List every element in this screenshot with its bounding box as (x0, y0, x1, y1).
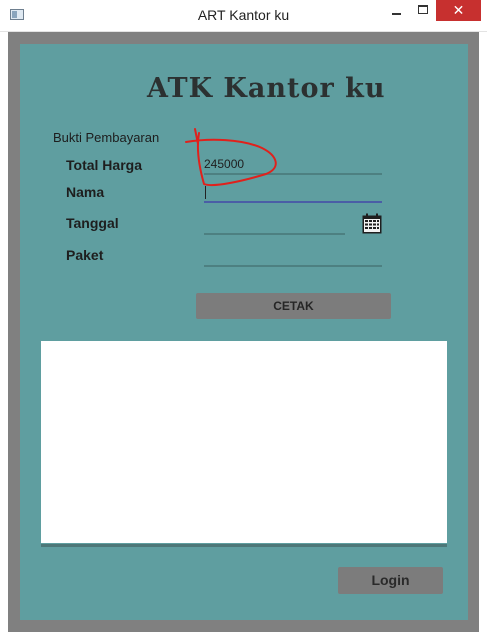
nama-label: Nama (66, 184, 105, 200)
nama-field[interactable] (204, 183, 382, 203)
text-caret (205, 186, 206, 199)
close-icon: ✕ (452, 2, 465, 18)
app-title: ATK Kantor ku (147, 73, 386, 104)
total-harga-label: Total Harga (66, 157, 142, 173)
title-bar[interactable]: ART Kantor ku ✕ (0, 0, 487, 32)
close-button[interactable]: ✕ (436, 0, 481, 21)
output-separator (41, 544, 447, 547)
total-harga-field[interactable] (204, 155, 382, 175)
maximize-button[interactable] (410, 0, 436, 21)
paket-field[interactable] (204, 247, 382, 267)
maximize-icon (418, 5, 428, 14)
paket-label: Paket (66, 247, 104, 263)
minimize-icon (392, 13, 401, 15)
login-button[interactable]: Login (338, 567, 443, 594)
section-label: Bukti Pembayaran (53, 130, 160, 145)
output-text-area[interactable] (41, 341, 447, 543)
cetak-button[interactable]: CETAK (196, 293, 391, 319)
tanggal-field[interactable] (204, 215, 345, 235)
calendar-icon[interactable] (362, 213, 382, 234)
minimize-button[interactable] (383, 0, 410, 21)
tanggal-label: Tanggal (66, 215, 119, 231)
